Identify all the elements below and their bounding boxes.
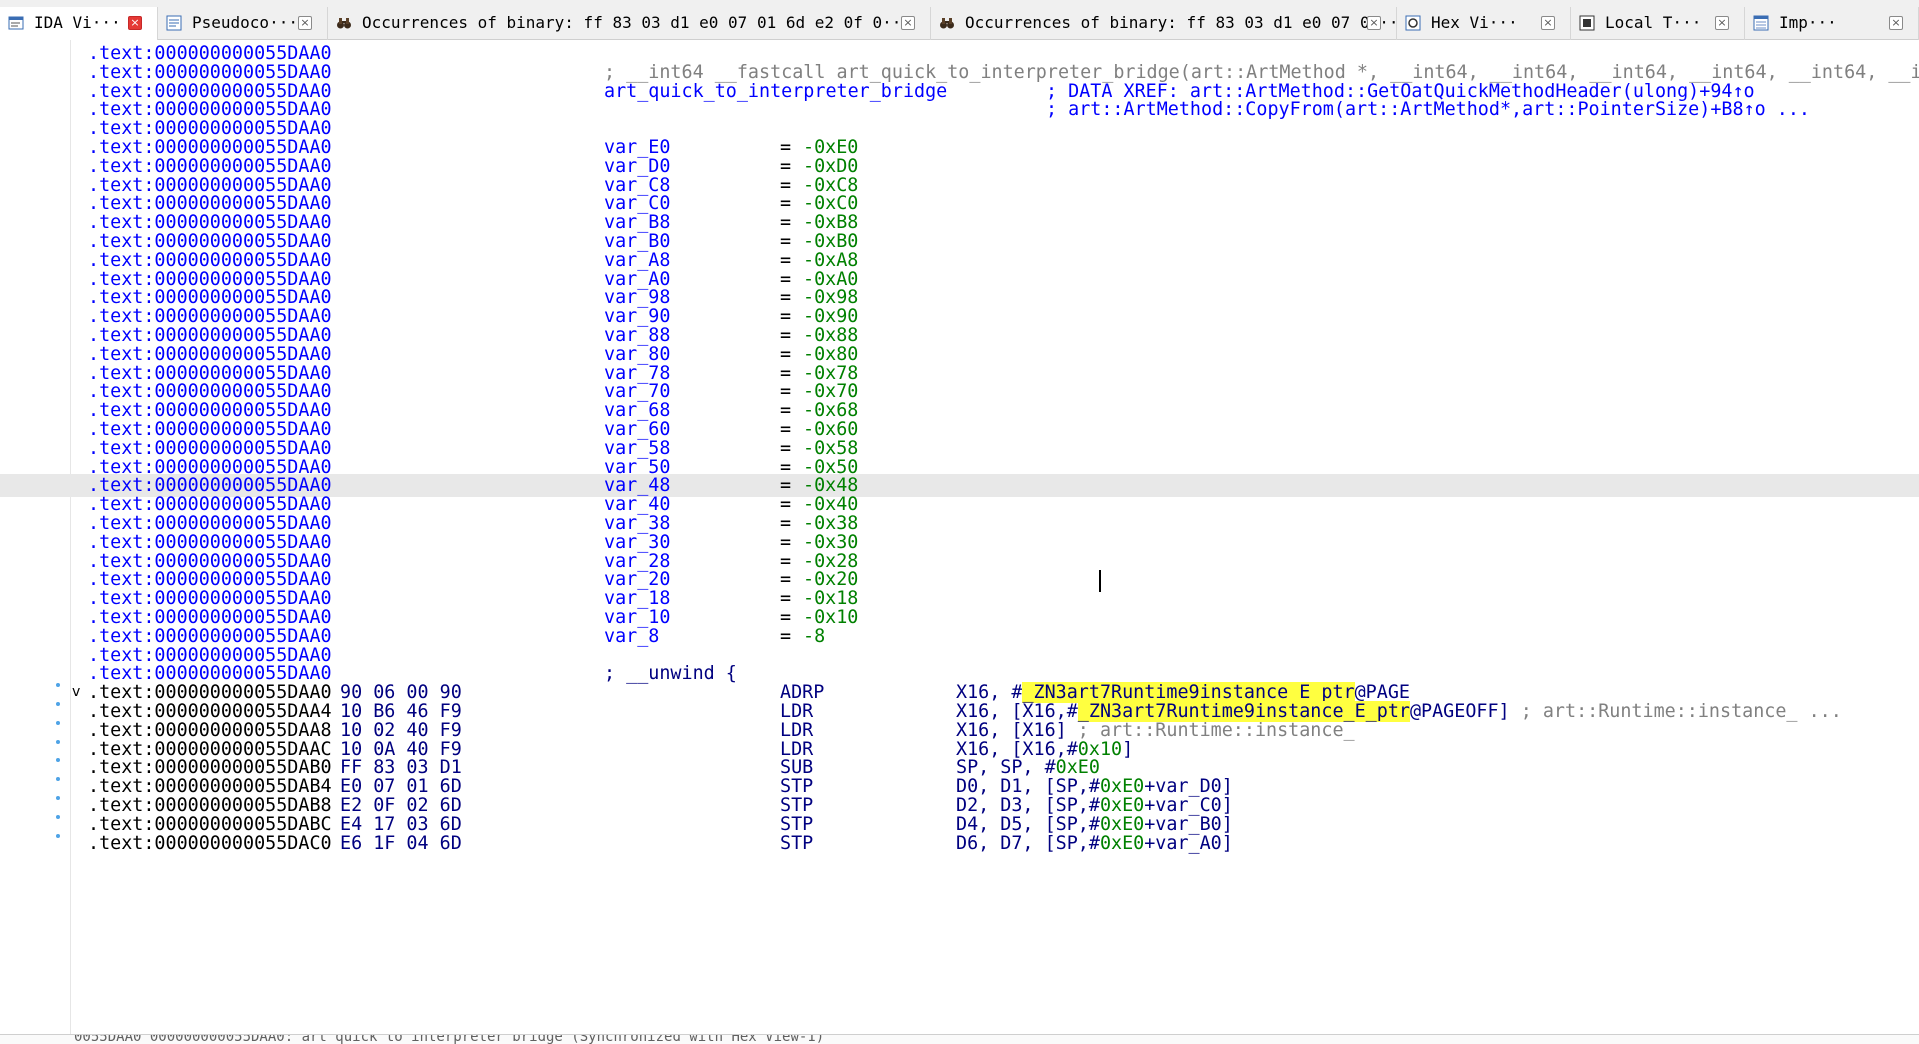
instruction-mnemonic: STP	[780, 832, 814, 854]
breakpoint-gutter-dot[interactable]	[56, 796, 60, 800]
pseudocode-icon	[166, 15, 182, 31]
breakpoint-gutter-dot[interactable]	[56, 814, 60, 819]
instruction-operands: D6, D7, [SP,#0xE0+var_A0]	[956, 832, 1233, 855]
operand-text: D6, D7, [SP,#	[956, 832, 1100, 854]
ida-view-icon	[8, 15, 24, 31]
close-icon[interactable]: ×	[1889, 16, 1903, 30]
close-icon[interactable]: ×	[901, 16, 915, 30]
local-types-icon	[1579, 15, 1595, 31]
tab-occurrences-2[interactable]: Occurrences of binary: ff 83 03 d1 e0 07…	[931, 7, 1397, 40]
breakpoint-gutter-dot[interactable]	[56, 739, 60, 744]
close-icon[interactable]: ×	[128, 16, 142, 30]
tab-pseudocode[interactable]: Pseudoco··· ×	[158, 7, 328, 40]
tab-label: Pseudoco···	[192, 13, 298, 32]
breakpoint-gutter-dot[interactable]	[56, 833, 60, 838]
tab-label: Local T···	[1605, 13, 1702, 32]
tab-label: Hex Vi···	[1431, 13, 1518, 32]
tab-local-types[interactable]: Local T··· ×	[1571, 7, 1745, 40]
disassembly-listing[interactable]: .text:000000000055DAA0 .text:000000000055…	[0, 40, 1919, 1034]
operand-text: +var_A0]	[1144, 832, 1233, 854]
instruction-line[interactable]: .text:000000000055DAC0 E6 1F 04 6D STP D6, …	[0, 832, 1919, 855]
tab-occurrences-1[interactable]: Occurrences of binary: ff 83 03 d1 e0 07…	[328, 7, 931, 40]
close-icon[interactable]: ×	[1367, 16, 1381, 30]
breakpoint-gutter-dot[interactable]	[56, 720, 60, 725]
status-bar: 0055DAA0 000000000055DAA0: art_quick_to_…	[0, 1034, 1919, 1044]
binoculars-icon	[336, 15, 352, 31]
operand-immediate: 0xE0	[1099, 832, 1145, 854]
tab-label: Imp···	[1779, 13, 1837, 32]
tab-bar: IDA Vi··· × Pseudoco··· × Occurrences of bin…	[0, 0, 1919, 40]
imports-icon	[1753, 15, 1769, 31]
close-icon[interactable]: ×	[1715, 16, 1729, 30]
binoculars-icon	[939, 15, 955, 31]
tab-hex-view[interactable]: Hex Vi··· ×	[1397, 7, 1571, 40]
breakpoint-gutter-dot[interactable]	[56, 702, 60, 706]
tab-imports[interactable]: Imp··· ×	[1745, 7, 1919, 40]
opcode-bytes: E6 1F 04 6D	[340, 832, 462, 854]
line-address: .text:000000000055DAC0	[88, 832, 332, 854]
close-icon[interactable]: ×	[1541, 16, 1555, 30]
tab-label: Occurrences of binary: ff 83 03 d1 e0 07…	[965, 13, 1397, 32]
hex-view-icon	[1405, 15, 1421, 31]
tab-label: Occurrences of binary: ff 83 03 d1 e0 07…	[362, 13, 912, 32]
status-text: 0055DAA0 000000000055DAA0: art_quick_to_…	[74, 1034, 825, 1044]
tab-ida-view[interactable]: IDA Vi··· ×	[0, 7, 158, 40]
text-caret	[1099, 570, 1101, 592]
close-icon[interactable]: ×	[298, 16, 312, 30]
tab-label: IDA Vi···	[34, 13, 121, 32]
